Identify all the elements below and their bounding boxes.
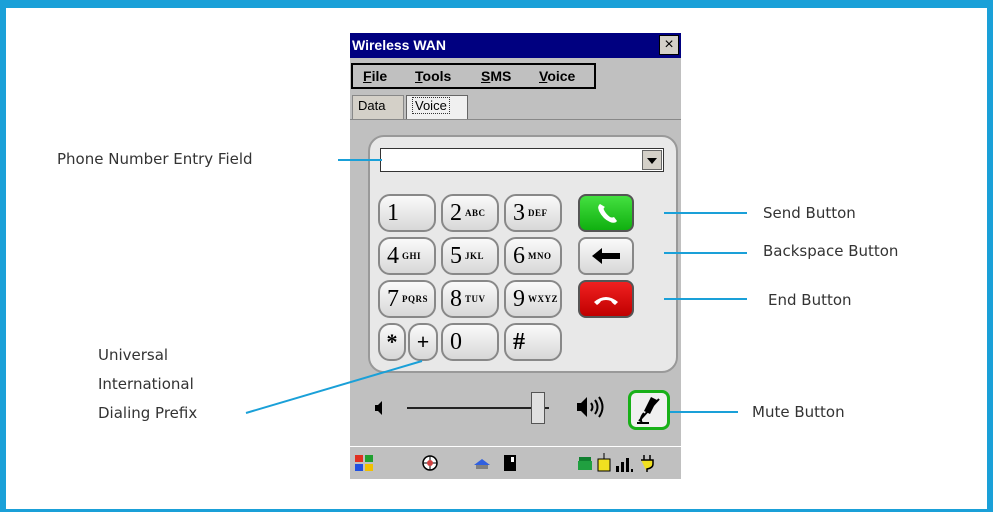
tab-data-label: Data <box>358 98 386 113</box>
key-star-symbol: * <box>386 329 398 354</box>
backspace-button[interactable] <box>578 237 634 275</box>
key-2-letters: ABC <box>465 208 486 218</box>
menu-voice[interactable]: Voice <box>539 68 575 84</box>
microphone-mute-icon <box>637 397 660 424</box>
key-1[interactable]: 1 <box>378 194 436 232</box>
callout-prefix-label-line2: International <box>98 375 194 393</box>
menu-sms[interactable]: SMS <box>481 68 511 84</box>
key-7-digit: 7 <box>387 286 399 312</box>
key-9[interactable]: 9 WXYZ <box>504 280 562 318</box>
key-9-digit: 9 <box>513 286 525 312</box>
key-5-digit: 5 <box>450 243 462 269</box>
tab-panel-divider <box>350 119 681 120</box>
device-status-icon[interactable] <box>502 453 518 473</box>
tab-voice[interactable]: Voice <box>406 95 468 119</box>
key-6[interactable]: 6 MNO <box>504 237 562 275</box>
network-globe-icon[interactable] <box>420 453 440 473</box>
callout-phone-number-label: Phone Number Entry Field <box>57 150 253 168</box>
key-7-letters: PQRS <box>402 294 429 304</box>
key-4-letters: GHI <box>402 251 422 261</box>
callout-mute-label: Mute Button <box>752 403 845 421</box>
callout-mute-line <box>670 411 738 413</box>
callout-phone-number-line <box>338 159 382 161</box>
menu-bar: File Tools SMS Voice <box>351 63 596 89</box>
menu-file[interactable]: File <box>363 68 387 84</box>
window-titlebar: Wireless WAN × <box>350 33 681 58</box>
callout-prefix-line <box>245 360 423 414</box>
key-6-letters: MNO <box>528 251 552 261</box>
mute-button[interactable] <box>628 390 670 430</box>
key-0-digit: 0 <box>450 329 462 355</box>
callout-send-line <box>664 212 747 214</box>
taskbar <box>350 446 681 479</box>
key-9-letters: WXYZ <box>528 294 559 304</box>
tab-voice-label: Voice <box>412 97 450 114</box>
volume-slider-thumb[interactable] <box>530 392 545 424</box>
phone-status-icon[interactable] <box>576 453 594 473</box>
key-3-digit: 3 <box>513 200 525 226</box>
key-0[interactable]: 0 <box>441 323 499 361</box>
key-3-letters: DEF <box>528 208 548 218</box>
tab-data[interactable]: Data <box>352 95 404 119</box>
end-button[interactable] <box>578 280 634 318</box>
connection-icon[interactable] <box>472 453 492 473</box>
key-5[interactable]: 5 JKL <box>441 237 499 275</box>
callout-backspace-line <box>664 252 747 254</box>
key-hash[interactable]: # <box>504 323 562 361</box>
key-4-digit: 4 <box>387 243 399 269</box>
key-3[interactable]: 3 DEF <box>504 194 562 232</box>
key-5-letters: JKL <box>465 251 485 261</box>
key-1-digit: 1 <box>387 200 399 226</box>
start-logo-icon[interactable] <box>353 453 375 473</box>
key-8-digit: 8 <box>450 286 462 312</box>
phone-number-field[interactable] <box>380 148 664 172</box>
signal-strength-icon[interactable] <box>614 452 634 474</box>
phone-handset-icon <box>598 204 617 223</box>
key-6-digit: 6 <box>513 243 525 269</box>
key-8-letters: TUV <box>465 294 486 304</box>
arrow-left-icon <box>592 248 620 264</box>
key-plus-symbol: + <box>416 329 430 354</box>
key-2-digit: 2 <box>450 200 462 226</box>
speaker-high-icon <box>577 396 604 418</box>
key-2[interactable]: 2 ABC <box>441 194 499 232</box>
menu-tools[interactable]: Tools <box>415 68 451 84</box>
send-button[interactable] <box>578 194 634 232</box>
callout-send-label: Send Button <box>763 204 856 222</box>
phone-number-dropdown-icon[interactable] <box>642 150 662 170</box>
key-hash-symbol: # <box>513 329 525 355</box>
key-8[interactable]: 8 TUV <box>441 280 499 318</box>
sim-status-icon[interactable] <box>596 451 612 473</box>
callout-backspace-label: Backspace Button <box>763 242 899 260</box>
hangup-icon <box>594 297 618 305</box>
close-button[interactable]: × <box>659 35 679 55</box>
window-title: Wireless WAN <box>352 37 447 53</box>
callout-end-line <box>664 298 747 300</box>
callout-prefix-label-line3: Dialing Prefix <box>98 404 198 422</box>
key-7[interactable]: 7 PQRS <box>378 280 436 318</box>
callout-prefix-label-line1: Universal <box>98 346 169 364</box>
callout-end-label: End Button <box>768 291 852 309</box>
power-plug-icon[interactable] <box>636 451 658 473</box>
key-4[interactable]: 4 GHI <box>378 237 436 275</box>
